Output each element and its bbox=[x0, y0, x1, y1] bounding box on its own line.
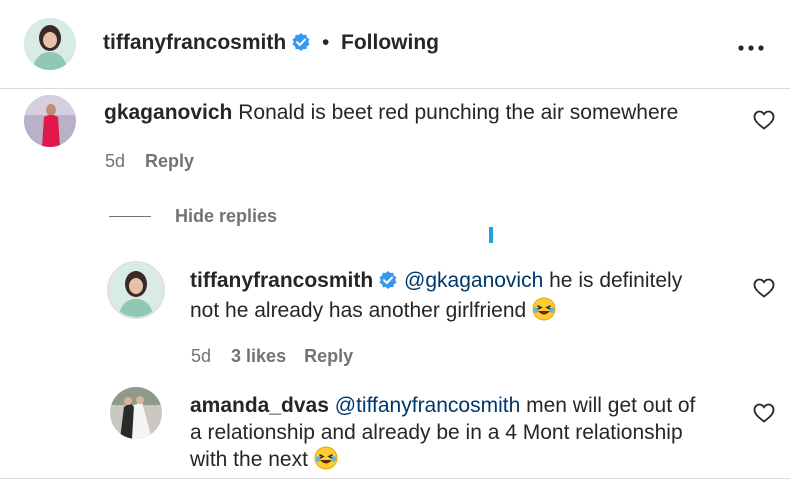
comment-meta: 5d Reply bbox=[105, 151, 194, 172]
reply-body: tiffanyfrancosmith @gkaganovich he is de… bbox=[190, 267, 735, 328]
bottom-divider bbox=[0, 478, 790, 479]
reply-button[interactable]: Reply bbox=[145, 151, 194, 171]
reply-time: 5d bbox=[191, 346, 212, 366]
comment-username[interactable]: gkaganovich bbox=[104, 101, 232, 124]
reply-text-line3: with the next bbox=[190, 448, 308, 471]
mention-link[interactable]: @tiffanyfrancosmith bbox=[335, 394, 521, 417]
like-heart-icon[interactable] bbox=[753, 110, 775, 130]
reply-text-line1: he is definitely bbox=[549, 269, 683, 292]
reply-username[interactable]: tiffanyfrancosmith bbox=[190, 269, 373, 292]
likes-count[interactable]: 3 likes bbox=[231, 346, 286, 366]
like-heart-icon[interactable] bbox=[753, 278, 775, 298]
reply-username[interactable]: amanda_dvas bbox=[190, 394, 329, 417]
header-username[interactable]: tiffanyfrancosmith bbox=[103, 31, 311, 58]
laughing-emoji-icon bbox=[532, 297, 556, 328]
reply-avatar[interactable] bbox=[107, 261, 165, 319]
header-separator: • bbox=[322, 31, 330, 54]
text-cursor-marker bbox=[489, 227, 493, 243]
reply-meta: 5d 3 likes Reply bbox=[191, 346, 353, 367]
verified-badge-icon bbox=[291, 32, 311, 58]
reply-avatar[interactable] bbox=[110, 387, 162, 439]
more-options-icon[interactable] bbox=[738, 40, 764, 51]
reply-text-line1: men will get out of bbox=[526, 394, 696, 417]
hide-replies-line bbox=[109, 216, 151, 217]
verified-badge-icon bbox=[378, 270, 398, 297]
post-author-avatar[interactable] bbox=[24, 18, 76, 70]
comment-time: 5d bbox=[105, 151, 126, 171]
reply-button[interactable]: Reply bbox=[304, 346, 353, 366]
reply-body: amanda_dvas @tiffanyfrancosmith men will… bbox=[190, 392, 735, 477]
comment-text: Ronald is beet red punching the air some… bbox=[238, 101, 679, 124]
header-divider bbox=[0, 88, 790, 89]
mention-link[interactable]: @gkaganovich bbox=[404, 269, 543, 292]
hide-replies-button[interactable]: Hide replies bbox=[175, 206, 277, 227]
reply-text-line2: not he already has another girlfriend bbox=[190, 299, 527, 322]
laughing-emoji-icon bbox=[314, 446, 338, 477]
reply-text-line2: a relationship and already be in a 4 Mon… bbox=[190, 421, 683, 444]
comment-avatar[interactable] bbox=[24, 95, 76, 147]
following-button[interactable]: Following bbox=[341, 31, 439, 55]
like-heart-icon[interactable] bbox=[753, 403, 775, 423]
comment-body: gkaganovich Ronald is beet red punching … bbox=[104, 99, 724, 126]
